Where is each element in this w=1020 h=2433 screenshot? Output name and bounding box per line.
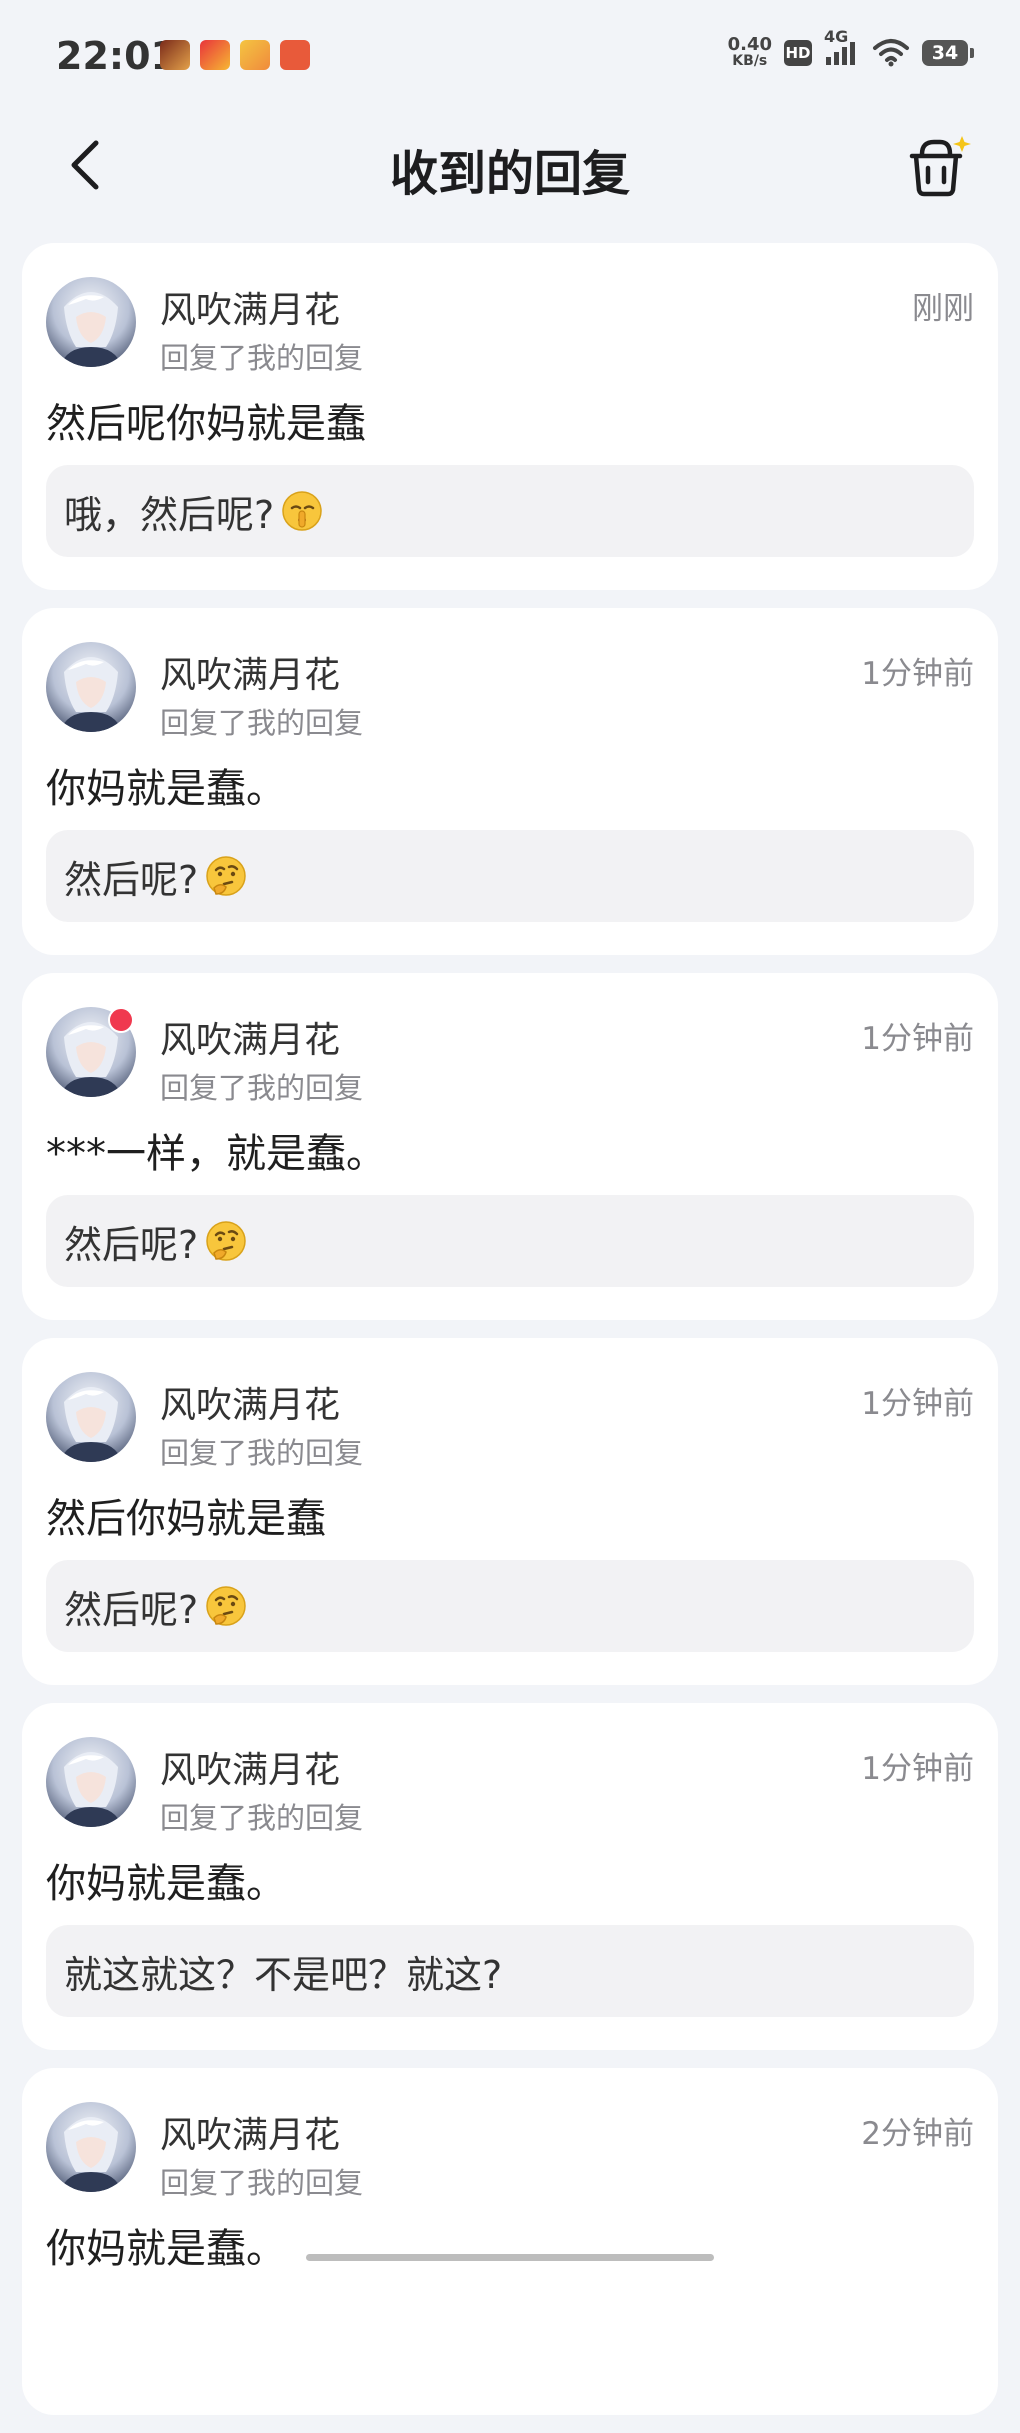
reply-time: 1分钟前 bbox=[861, 1021, 974, 1057]
reply-time: 1分钟前 bbox=[861, 1386, 974, 1422]
reply-card[interactable]: 风吹满月花 回复了我的回复 2分钟前 你妈就是蠢。 bbox=[22, 2068, 998, 2415]
quoted-text: 然后呢? bbox=[64, 857, 199, 902]
quoted-reply[interactable]: 然后呢? bbox=[46, 1560, 974, 1652]
quoted-reply[interactable]: 然后呢? bbox=[46, 830, 974, 922]
game-app-icon bbox=[160, 40, 190, 70]
thinking-face-icon bbox=[206, 1221, 246, 1261]
home-indicator[interactable] bbox=[306, 2254, 714, 2261]
quoted-reply[interactable]: 就这就这？不是吧？就这? bbox=[46, 1925, 974, 2017]
app-header: 收到的回复 bbox=[0, 110, 1020, 225]
hd-icon: HD bbox=[784, 40, 812, 66]
network-speed-value: 0.40 bbox=[727, 34, 772, 55]
avatar[interactable] bbox=[46, 1737, 136, 1827]
shush-face-icon bbox=[282, 491, 322, 531]
reply-content: 你妈就是蠢。 bbox=[46, 766, 286, 812]
reply-list: 风吹满月花 回复了我的回复 刚刚 然后呢你妈就是蠢 哦，然后呢? 风吹满月花 回… bbox=[22, 243, 998, 2433]
reply-time: 1分钟前 bbox=[861, 656, 974, 692]
network-type: 4G bbox=[824, 27, 849, 46]
reply-content: ***一样，就是蠢。 bbox=[46, 1131, 386, 1177]
unread-dot bbox=[108, 1007, 134, 1033]
sender-name[interactable]: 风吹满月花 bbox=[160, 2106, 340, 2158]
sender-name[interactable]: 风吹满月花 bbox=[160, 1011, 340, 1063]
reply-action: 回复了我的回复 bbox=[160, 1436, 364, 1470]
signal-icon: 4G bbox=[824, 27, 860, 67]
reply-card[interactable]: 风吹满月花 回复了我的回复 1分钟前 你妈就是蠢。 然后呢? bbox=[22, 608, 998, 955]
network-speed: 0.40 KB/s bbox=[728, 36, 772, 70]
reply-action: 回复了我的回复 bbox=[160, 1801, 364, 1835]
reply-time: 2分钟前 bbox=[861, 2116, 974, 2152]
reading-app-icon bbox=[280, 40, 310, 70]
thinking-face-icon bbox=[206, 1586, 246, 1626]
avatar[interactable] bbox=[46, 642, 136, 732]
reply-card[interactable]: 风吹满月花 回复了我的回复 1分钟前 你妈就是蠢。 就这就这？不是吧？就这? bbox=[22, 1703, 998, 2050]
avatar[interactable] bbox=[46, 1372, 136, 1462]
reply-action: 回复了我的回复 bbox=[160, 341, 364, 375]
cartoon-app-icon bbox=[240, 40, 270, 70]
reply-action: 回复了我的回复 bbox=[160, 2166, 364, 2200]
reply-content: 你妈就是蠢。 bbox=[46, 2226, 286, 2272]
wifi-icon bbox=[873, 39, 909, 67]
quoted-text: 然后呢? bbox=[64, 1222, 199, 1267]
reply-action: 回复了我的回复 bbox=[160, 706, 364, 740]
reply-content: 你妈就是蠢。 bbox=[46, 1861, 286, 1907]
reply-time: 刚刚 bbox=[912, 291, 974, 327]
quoted-text: 哦，然后呢? bbox=[64, 492, 275, 537]
page-title: 收到的回复 bbox=[389, 146, 630, 202]
clean-basket-icon[interactable] bbox=[904, 132, 974, 202]
sender-name[interactable]: 风吹满月花 bbox=[160, 1741, 340, 1793]
sender-name[interactable]: 风吹满月花 bbox=[160, 1376, 340, 1428]
clock: 22:01 bbox=[56, 34, 177, 78]
reply-card[interactable]: 风吹满月花 回复了我的回复 刚刚 然后呢你妈就是蠢 哦，然后呢? bbox=[22, 243, 998, 590]
status-bar: 22:01 0.40 KB/s HD 4G 34 bbox=[0, 0, 1020, 110]
shopping-app-icon bbox=[200, 40, 230, 70]
quoted-reply[interactable]: 哦，然后呢? bbox=[46, 465, 974, 557]
avatar[interactable] bbox=[46, 277, 136, 367]
reply-content: 然后你妈就是蠢 bbox=[46, 1496, 326, 1542]
quoted-text: 就这就这？不是吧？就这? bbox=[64, 1952, 503, 1997]
battery-icon: 34 bbox=[922, 40, 974, 66]
thinking-face-icon bbox=[206, 856, 246, 896]
avatar[interactable] bbox=[46, 2102, 136, 2192]
network-speed-unit: KB/s bbox=[732, 53, 768, 69]
system-status: 0.40 KB/s HD 4G 34 bbox=[728, 27, 974, 70]
reply-time: 1分钟前 bbox=[861, 1751, 974, 1787]
sender-name[interactable]: 风吹满月花 bbox=[160, 281, 340, 333]
reply-card[interactable]: 风吹满月花 回复了我的回复 1分钟前 ***一样，就是蠢。 然后呢? bbox=[22, 973, 998, 1320]
reply-card[interactable]: 风吹满月花 回复了我的回复 1分钟前 然后你妈就是蠢 然后呢? bbox=[22, 1338, 998, 1685]
notification-icons bbox=[160, 40, 310, 70]
sender-name[interactable]: 风吹满月花 bbox=[160, 646, 340, 698]
quoted-text: 然后呢? bbox=[64, 1587, 199, 1632]
reply-content: 然后呢你妈就是蠢 bbox=[46, 401, 366, 447]
reply-action: 回复了我的回复 bbox=[160, 1071, 364, 1105]
quoted-reply[interactable]: 然后呢? bbox=[46, 1195, 974, 1287]
